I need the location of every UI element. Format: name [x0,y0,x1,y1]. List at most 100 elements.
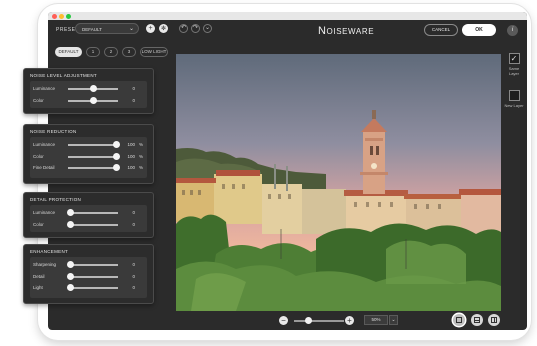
slider-thumb[interactable] [90,85,97,92]
slider-value: 0 [132,210,135,215]
redo-icon: ↷ [192,25,199,31]
slider-row: Color 100% [30,151,147,162]
ok-button[interactable]: OK [462,24,496,36]
slider-value: 0 [132,97,135,103]
slider-label: Sharpening [33,262,57,267]
preset-dropdown[interactable]: DEFAULT ⌄ [75,23,139,34]
slider-value: 0 [132,273,135,279]
slider-label: Color [33,153,44,159]
bottom-bar: − + 50% ⌄ [48,312,527,330]
redo-button[interactable]: ↷ [191,24,200,33]
split-horizontal-button[interactable] [471,314,483,326]
panel-body: Luminance 0 Color 0 [30,81,147,108]
slider-value: 100 [127,153,135,159]
slider-thumb[interactable] [67,272,74,280]
tab-low-light[interactable]: LOW LIGHT [140,47,168,57]
slider-row: Color 0 [30,95,147,106]
minus-icon: − [281,316,286,325]
gear-icon: ✻ [160,26,167,32]
tab-default[interactable]: DEFAULT [55,47,82,57]
tab-preset-1[interactable]: 1 [86,47,100,57]
slider-thumb[interactable] [90,96,97,104]
undo-button[interactable]: ↶ [179,24,188,33]
slider-track[interactable] [68,144,118,146]
zoom-in-button[interactable]: + [345,316,354,325]
slider-row: Detail 0 [30,271,147,282]
slider-label: Color [33,97,44,103]
noise-level-panel: NOISE LEVEL ADJUSTMENT Luminance 0 Color 0 [23,68,154,114]
zoom-window-button[interactable] [66,14,71,19]
slider-value: 100 [127,165,135,170]
slider-unit: % [138,142,143,147]
check-icon: ✓ [508,53,520,64]
zoom-slider-track[interactable] [294,320,344,322]
plus-icon: + [347,316,352,325]
app-title: Noiseware [318,25,375,37]
info-button[interactable]: i [507,25,518,36]
slider-row: Color 0 [30,219,147,230]
add-preset-button[interactable]: + [146,24,155,33]
split-vertical-button[interactable] [488,314,500,326]
panel-body: Luminance 0 Color 0 [30,205,147,232]
slider-thumb[interactable] [67,284,74,291]
plus-icon: + [148,25,153,32]
chevron-down-icon: ⌄ [128,26,134,32]
slider-row: Fine Detail 100% [30,162,147,173]
slider-value: 0 [132,86,135,91]
cancel-button[interactable]: CANCEL [424,24,458,36]
slider-thumb[interactable] [113,141,120,148]
tab-preset-3[interactable]: 3 [122,47,136,57]
zoom-slider-thumb[interactable] [304,317,312,324]
title-bar [48,12,527,20]
slider-unit: % [138,165,143,170]
panel-body: Luminance 100% Color 100% Fine Detail 100% [30,137,147,178]
new-layer-option[interactable]: New Layer [504,90,524,108]
preset-settings-button[interactable]: ✻ [159,24,168,33]
photo-preview-image [176,54,501,311]
slider-track[interactable] [68,212,118,214]
slider-thumb[interactable] [67,220,74,228]
panel-title: ENHANCEMENT [30,249,69,254]
chevron-down-icon: ⌄ [204,25,211,31]
slider-label: Color [33,221,44,227]
zoom-dropdown[interactable]: ⌄ [389,315,398,325]
slider-track[interactable] [68,275,118,278]
close-window-button[interactable] [52,14,57,19]
minimize-window-button[interactable] [59,14,64,19]
slider-track[interactable] [68,167,118,169]
slider-value: 0 [132,262,135,267]
same-layer-option[interactable]: ✓ Same Layer [504,53,524,76]
slider-label: Fine Detail [33,165,55,170]
single-view-icon [456,317,462,323]
zoom-percent-field[interactable]: 50% [364,315,388,325]
single-view-button[interactable] [453,314,465,326]
slider-label: Luminance [33,86,56,91]
slider-track[interactable] [68,155,118,158]
slider-label: Light [33,285,43,290]
new-layer-checkbox [508,90,520,101]
image-preview[interactable] [176,54,501,311]
slider-track[interactable] [68,223,118,226]
slider-thumb[interactable] [113,164,120,171]
top-toolbar: PRESET DEFAULT ⌄ + ✻ ↶ ↷ ⌄ Noiseware CAN… [48,20,527,42]
slider-track[interactable] [68,264,118,266]
new-layer-label: New Layer [504,103,524,108]
slider-unit: % [138,153,143,159]
history-dropdown-button[interactable]: ⌄ [203,24,212,33]
slider-row: Luminance 0 [30,207,147,218]
detail-protection-panel: DETAIL PROTECTION Luminance 0 Color 0 [23,192,154,238]
slider-row: Sharpening 0 [30,259,147,270]
slider-thumb[interactable] [67,209,74,216]
preset-value: DEFAULT [82,26,102,32]
slider-label: Detail [33,273,45,279]
slider-row: Light 0 [30,282,147,293]
slider-value: 0 [132,285,135,290]
slider-track[interactable] [68,287,118,289]
chevron-down-icon: ⌄ [391,317,396,323]
zoom-out-button[interactable]: − [279,316,288,325]
slider-thumb[interactable] [67,261,74,268]
tab-preset-2[interactable]: 2 [104,47,118,57]
panel-body: Sharpening 0 Detail 0 Light 0 [30,257,147,298]
panel-title: DETAIL PROTECTION [30,197,82,202]
slider-thumb[interactable] [113,152,120,160]
